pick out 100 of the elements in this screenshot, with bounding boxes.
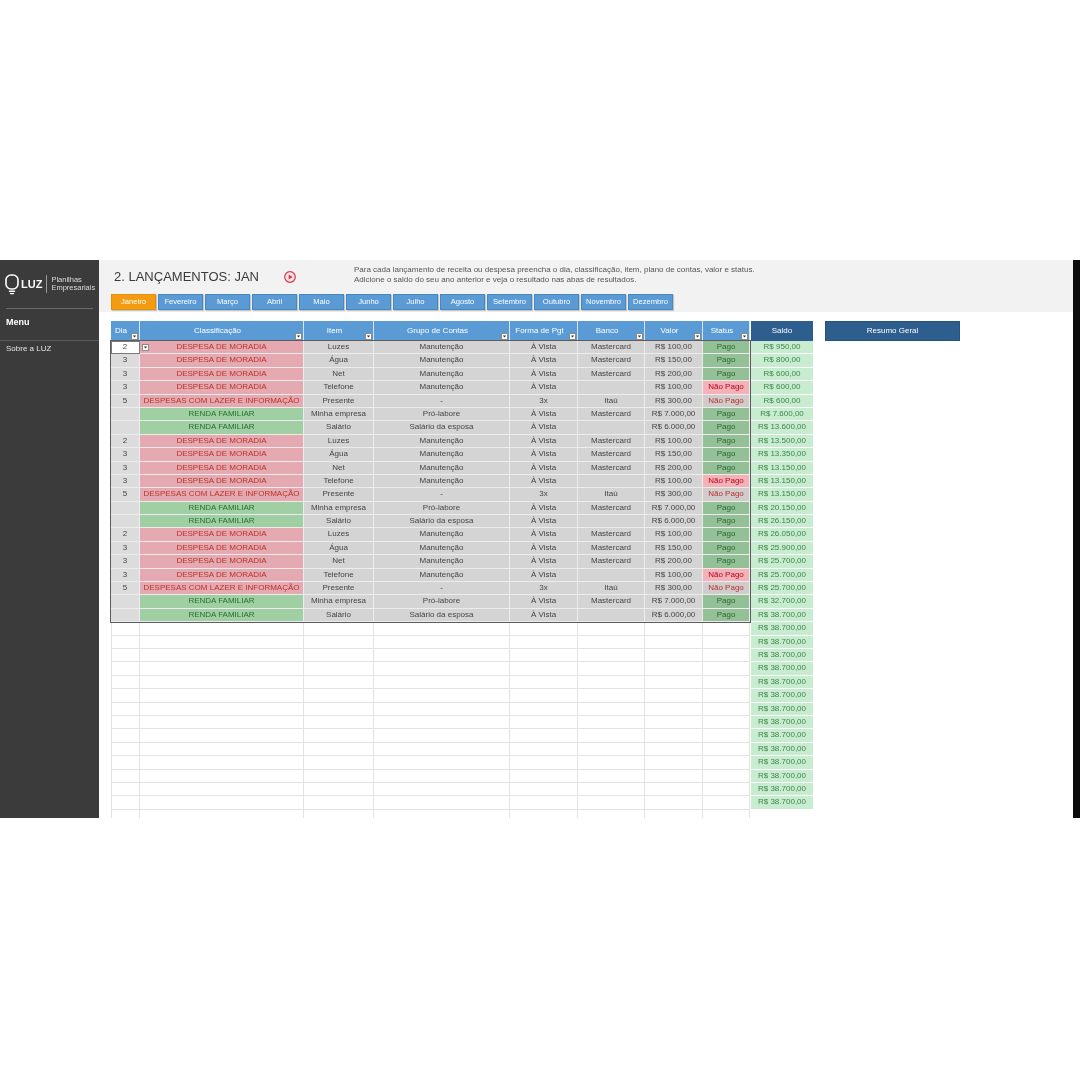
table-cell: R$ 600,00 <box>751 381 813 395</box>
table-cell: Minha empresa <box>304 595 374 609</box>
table-cell: Mastercard <box>578 595 645 609</box>
table-cell: À Vista <box>510 448 578 462</box>
table-cell: Mastercard <box>578 528 645 542</box>
dropdown-arrow-icon[interactable] <box>569 333 576 340</box>
column-title: Status <box>709 325 735 337</box>
column-title: Grupo de Contas <box>406 325 469 337</box>
column-title: Banco <box>594 325 620 337</box>
table-cell: 3 <box>111 555 140 569</box>
table-cell: 3x <box>510 488 578 502</box>
table-cell: R$ 100,00 <box>645 528 703 542</box>
table-cell: 2 <box>111 341 140 355</box>
table-cell: R$ 32.700,00 <box>751 595 813 609</box>
dropdown-arrow-icon[interactable] <box>295 333 302 340</box>
status-cell: Pago <box>703 354 750 368</box>
table-cell: R$ 13.350,00 <box>751 448 813 462</box>
status-cell: Pago <box>703 555 750 569</box>
table-cell: Telefone <box>304 381 374 395</box>
table-cell: Itaú <box>578 582 645 596</box>
table-cell: Presente <box>304 582 374 596</box>
dropdown-arrow-icon[interactable] <box>365 333 372 340</box>
table-cell: R$ 26.150,00 <box>751 515 813 529</box>
column-title: Classificação <box>192 325 243 337</box>
status-cell: Pago <box>703 595 750 609</box>
table-cell: R$ 950,00 <box>751 341 813 355</box>
instructions-text: Para cada lançamento de receita ou despesa preencha o dia, classificação, item, plano de contas, valor e status. Adicione o saldo do seu ano anterior e veja o resultado nas abas de resultados. <box>354 265 756 285</box>
table-cell: R$ 38.700,00 <box>751 622 813 636</box>
table-cell: R$ 100,00 <box>645 341 703 355</box>
table-cell: 3x <box>510 582 578 596</box>
table-cell: Mastercard <box>578 555 645 569</box>
table-cell: Manutenção <box>374 381 510 395</box>
table-cell: R$ 13.150,00 <box>751 488 813 502</box>
table-cell: Pró-labore <box>374 595 510 609</box>
table-cell: DESPESA DE MORADIA <box>140 341 304 355</box>
table-cell: R$ 38.700,00 <box>751 662 813 676</box>
status-cell: Não Pago <box>703 381 750 395</box>
table-cell: DESPESAS COM LAZER E INFORMAÇÃO <box>140 488 304 502</box>
table-cell: Mastercard <box>578 341 645 355</box>
table-cell: Salário <box>304 421 374 435</box>
table-cell: Salário da esposa <box>374 515 510 529</box>
table-cell: R$ 150,00 <box>645 354 703 368</box>
table-cell: 2 <box>111 528 140 542</box>
play-button-icon[interactable] <box>284 271 296 283</box>
table-cell: 3 <box>111 354 140 368</box>
dropdown-arrow-icon[interactable] <box>741 333 748 340</box>
table-cell: À Vista <box>510 421 578 435</box>
table-cell: À Vista <box>510 354 578 368</box>
table-cell: R$ 25.700,00 <box>751 555 813 569</box>
table-cell: R$ 6.000,00 <box>645 421 703 435</box>
table-cell: R$ 300,00 <box>645 582 703 596</box>
table-cell: RENDA FAMILIAR <box>140 421 304 435</box>
table-cell: À Vista <box>510 595 578 609</box>
table-cell: R$ 200,00 <box>645 555 703 569</box>
dropdown-arrow-icon[interactable] <box>131 333 138 340</box>
table-cell: À Vista <box>510 341 578 355</box>
table-cell: Manutenção <box>374 555 510 569</box>
table-cell: 5 <box>111 582 140 596</box>
status-cell: Pago <box>703 515 750 529</box>
dropdown-arrow-icon[interactable] <box>142 344 149 351</box>
table-cell: Manutenção <box>374 528 510 542</box>
table-cell: DESPESA DE MORADIA <box>140 528 304 542</box>
status-cell: Pago <box>703 528 750 542</box>
dropdown-arrow-icon[interactable] <box>636 333 643 340</box>
table-cell: R$ 38.700,00 <box>751 689 813 703</box>
table-cell: 5 <box>111 488 140 502</box>
table-cell: Manutenção <box>374 341 510 355</box>
dropdown-arrow-icon[interactable] <box>501 333 508 340</box>
summary-button[interactable]: Resumo Geral <box>825 321 960 341</box>
logo-text: LUZ <box>21 278 43 290</box>
table-cell: Luzes <box>304 341 374 355</box>
table-cell: R$ 25.700,00 <box>751 582 813 596</box>
table-cell: 3 <box>111 381 140 395</box>
dropdown-arrow-icon[interactable] <box>694 333 701 340</box>
table-cell: Salário <box>304 515 374 529</box>
table-cell: Salário da esposa <box>374 421 510 435</box>
table-cell: 3 <box>111 448 140 462</box>
table-cell: Manutenção <box>374 448 510 462</box>
table-cell: R$ 300,00 <box>645 488 703 502</box>
table-cell: Manutenção <box>374 354 510 368</box>
table-cell: R$ 13.600,00 <box>751 421 813 435</box>
table-cell: DESPESA DE MORADIA <box>140 448 304 462</box>
table-cell: Água <box>304 448 374 462</box>
menu-heading: Menu <box>6 317 31 328</box>
table-cell: R$ 38.700,00 <box>751 729 813 743</box>
table-cell: DESPESA DE MORADIA <box>140 354 304 368</box>
table-cell: R$ 6.000,00 <box>645 515 703 529</box>
column-title: Dia <box>114 325 128 337</box>
table-cell: À Vista <box>510 515 578 529</box>
sidebar-menu-item[interactable]: Sobre a LUZ <box>0 341 99 356</box>
table-cell: R$ 800,00 <box>751 354 813 368</box>
column-title: Item <box>325 325 344 337</box>
table-cell: DESPESAS COM LAZER E INFORMAÇÃO <box>140 582 304 596</box>
table-cell: RENDA FAMILIAR <box>140 515 304 529</box>
table-cell: Água <box>304 354 374 368</box>
column-title: Valor <box>659 325 680 337</box>
table-cell: Itaú <box>578 488 645 502</box>
column-header: Saldo <box>751 321 813 341</box>
table-cell: R$ 7.000,00 <box>645 595 703 609</box>
table-cell: Presente <box>304 488 374 502</box>
